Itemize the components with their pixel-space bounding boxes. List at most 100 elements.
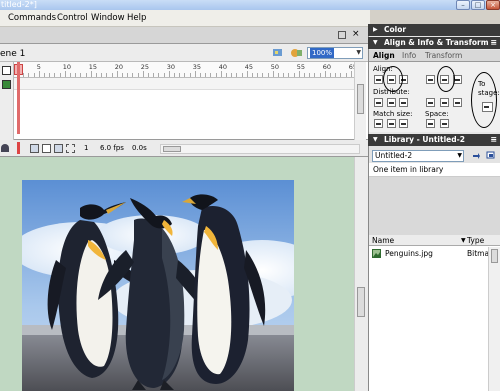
distribute-right-icon[interactable]	[453, 98, 462, 107]
ruler-number: 50	[270, 63, 280, 71]
ruler-tick	[70, 73, 71, 77]
match-both-icon[interactable]	[399, 119, 408, 128]
sort-icon[interactable]: ▼	[461, 237, 466, 244]
library-columns: Name Type ▼	[369, 235, 500, 246]
space-horizontal-icon[interactable]	[440, 119, 449, 128]
ruler-tick	[288, 73, 290, 77]
ruler-number: 15	[88, 63, 98, 71]
color-panel-title: Color	[384, 25, 407, 34]
ruler-tick	[23, 73, 25, 77]
playhead-line[interactable]	[17, 62, 20, 134]
library-scrollbar[interactable]	[488, 247, 500, 391]
ruler-tick	[262, 73, 264, 77]
tab-info[interactable]: Info	[402, 51, 416, 60]
annotation-circle	[471, 72, 497, 128]
column-type[interactable]: Type	[467, 236, 484, 245]
match-height-icon[interactable]	[387, 119, 396, 128]
ruler-tick	[122, 73, 123, 77]
library-document: Untitled-2	[375, 151, 413, 160]
distribute-hcenter-icon[interactable]	[440, 98, 449, 107]
library-panel-header[interactable]: ▼ Library - Untitled-2 ≡	[368, 134, 500, 146]
restore-icon[interactable]	[338, 31, 346, 39]
timeline-titlebar: ×	[0, 27, 368, 44]
pin-icon[interactable]	[472, 151, 481, 160]
trash-icon[interactable]	[1, 144, 9, 152]
frame-rate[interactable]: 6.0 fps	[100, 144, 124, 152]
menu-commands[interactable]: Commands	[8, 13, 56, 23]
new-library-panel-icon[interactable]	[486, 151, 496, 160]
layer-color-icon[interactable]	[2, 80, 11, 89]
onion-outline-icon[interactable]	[42, 144, 51, 153]
scrollbar-thumb[interactable]	[357, 84, 364, 114]
panel-menu-icon[interactable]: ≡	[490, 134, 497, 146]
timeline-hscroll[interactable]	[160, 144, 360, 154]
ruler-number: 45	[244, 63, 254, 71]
edit-symbols-icon[interactable]	[290, 47, 304, 58]
modify-markers-icon[interactable]	[66, 144, 75, 153]
annotation-circle	[437, 66, 455, 92]
ruler-tick	[335, 73, 337, 77]
edit-scene-icon[interactable]	[272, 47, 284, 58]
penguins-image[interactable]	[22, 180, 294, 391]
match-width-icon[interactable]	[374, 119, 383, 128]
maximize-button[interactable]: □	[471, 0, 485, 10]
close-icon[interactable]: ×	[352, 29, 360, 39]
ruler-tick	[278, 73, 279, 77]
ruler-tick	[174, 73, 175, 77]
scrollbar-thumb[interactable]	[357, 287, 365, 317]
ruler-tick	[132, 73, 134, 77]
library-item[interactable]: Penguins.jpg Bitma	[369, 248, 490, 259]
ruler-tick	[246, 71, 248, 77]
scrollbar-thumb[interactable]	[163, 146, 181, 152]
distribute-bottom-icon[interactable]	[399, 98, 408, 107]
edit-multiple-frames-icon[interactable]	[54, 144, 63, 153]
scene-name[interactable]: ene 1	[0, 49, 25, 59]
ruler-tick	[330, 73, 331, 77]
ruler-number: 25	[140, 63, 150, 71]
scrollbar-thumb[interactable]	[491, 249, 498, 263]
library-document-select[interactable]: Untitled-2 ▼	[372, 150, 464, 162]
ruler-tick	[96, 73, 97, 77]
align-left-icon[interactable]	[374, 75, 383, 84]
menu-window[interactable]: Window	[91, 13, 125, 23]
ruler-number: 40	[218, 63, 228, 71]
close-button[interactable]: ×	[486, 0, 500, 10]
tab-transform[interactable]: Transform	[425, 51, 462, 60]
align-top-icon[interactable]	[426, 75, 435, 84]
zoom-select[interactable]: 100% ▼	[307, 47, 363, 59]
distribute-left-icon[interactable]	[426, 98, 435, 107]
ruler-tick	[215, 73, 217, 77]
align-panel-header[interactable]: ▼ Align & Info & Transform ≡	[368, 37, 500, 49]
library-item-type: Bitma	[467, 249, 490, 258]
ruler-tick	[90, 71, 92, 77]
ruler-tick	[304, 73, 305, 77]
ruler-number: 20	[114, 63, 124, 71]
outline-icon[interactable]	[2, 66, 11, 75]
align-panel-title: Align & Info & Transform	[384, 38, 489, 47]
minimize-button[interactable]: –	[456, 0, 470, 10]
ruler-tick	[54, 73, 56, 77]
distribute-top-icon[interactable]	[374, 98, 383, 107]
tab-align[interactable]: Align	[373, 51, 395, 60]
center-frame-icon[interactable]	[17, 142, 20, 154]
panel-menu-icon[interactable]: ≡	[490, 37, 497, 49]
library-preview	[369, 177, 500, 235]
column-name[interactable]: Name	[372, 236, 394, 245]
ruler-tick	[205, 73, 207, 77]
onion-skin-icon[interactable]	[30, 144, 39, 153]
stage-scrollbar[interactable]	[354, 157, 368, 391]
window-title: titled-2*]	[1, 0, 37, 9]
color-panel-header[interactable]: ▶ Color	[368, 24, 500, 36]
ruler-tick	[350, 71, 352, 77]
timeline-scrollbar[interactable]	[354, 62, 366, 140]
menu-control[interactable]: Control	[57, 13, 88, 23]
collapse-icon: ▼	[373, 39, 378, 46]
current-frame: 1	[84, 144, 89, 152]
layer-frames-row[interactable]	[14, 78, 354, 90]
space-vertical-icon[interactable]	[426, 119, 435, 128]
distribute-label: Distribute:	[373, 88, 410, 96]
menu-help[interactable]: Help	[127, 13, 146, 23]
ruler-tick	[49, 73, 51, 77]
distribute-vcenter-icon[interactable]	[387, 98, 396, 107]
frame-ruler[interactable]: 5 10 15 20 25 30 35 40 45 50 55 60 65	[14, 62, 357, 78]
